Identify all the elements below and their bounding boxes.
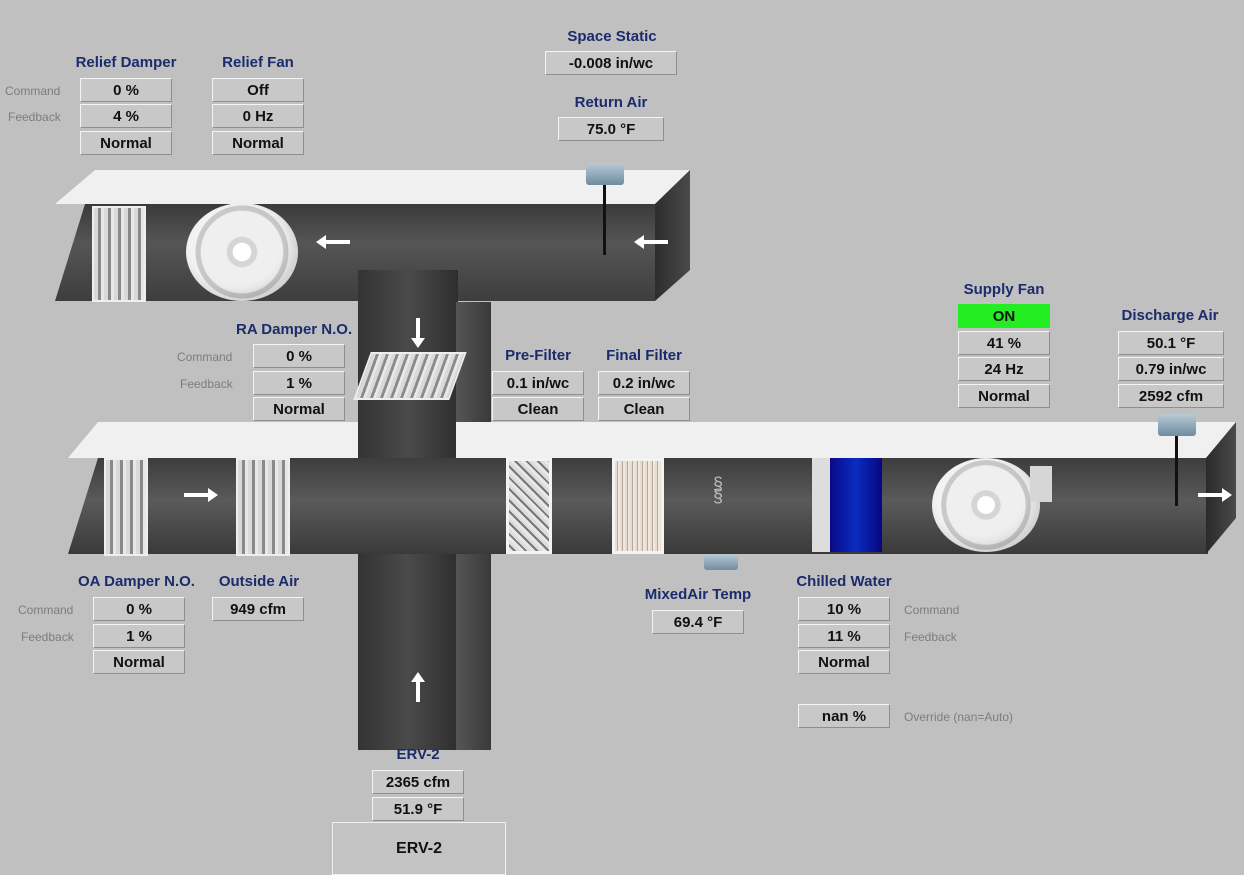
chilled-water-coil-graphic [812, 458, 882, 552]
relief-damper-feedback: 4 % [80, 104, 172, 128]
discharge-air-temp: 50.1 °F [1118, 331, 1224, 355]
erv-button[interactable]: ERV-2 [332, 822, 506, 875]
chilled-water-feedback-label: Feedback [904, 630, 957, 644]
chilled-water-override-label: Override (nan=Auto) [904, 710, 1014, 724]
supply-fan-speed-pct[interactable]: 41 % [958, 331, 1050, 355]
final-filter-status: Clean [598, 397, 690, 421]
relief-fan-feedback: 0 Hz [212, 104, 304, 128]
supply-fan-motor [1030, 466, 1052, 502]
ra-damper-command[interactable]: 0 % [253, 344, 345, 368]
oa-damper-feedback: 1 % [93, 624, 185, 648]
erv-airflow-arrow [411, 672, 425, 702]
oa-damper-feedback-label: Feedback [21, 630, 74, 644]
supply-fan-title: Supply Fan [963, 281, 1045, 298]
discharge-air-sensor-rod [1175, 436, 1178, 506]
relief-damper-status: Normal [80, 131, 172, 155]
return-air-title: Return Air [574, 94, 648, 111]
pre-filter-title: Pre-Filter [505, 347, 571, 364]
discharge-air-sensor-icon [1158, 414, 1196, 436]
return-airflow-arrow [634, 235, 668, 249]
relief-damper-graphic [92, 206, 146, 302]
final-filter-title: Final Filter [606, 347, 682, 364]
relief-fan-command[interactable]: Off [212, 78, 304, 102]
relief-fan-status: Normal [212, 131, 304, 155]
supply-airflow-arrow [1198, 488, 1232, 502]
mixed-air-temp: 69.4 °F [652, 610, 744, 634]
supply-fan-speed-hz: 24 Hz [958, 357, 1050, 381]
ra-damper-status: Normal [253, 397, 345, 421]
chilled-water-title: Chilled Water [796, 573, 892, 590]
ra-damper-feedback-label: Feedback [180, 377, 233, 391]
supply-fan-graphic [932, 458, 1040, 552]
oa-damper-status: Normal [93, 650, 185, 674]
pre-filter-graphic [506, 458, 552, 554]
erv-temp: 51.9 °F [372, 797, 464, 821]
outside-air-flow: 949 cfm [212, 597, 304, 621]
relief-damper-command-label: Command [5, 84, 61, 98]
oa-damper-command-label: Command [18, 603, 74, 617]
oa-damper-title: OA Damper N.O. [78, 573, 195, 590]
chilled-water-feedback: 11 % [798, 624, 890, 648]
ra-damper-feedback: 1 % [253, 371, 345, 395]
outside-air-title: Outside Air [218, 573, 300, 590]
oa-damper-command[interactable]: 0 % [93, 597, 185, 621]
space-static-title: Space Static [567, 28, 657, 45]
discharge-air-static: 0.79 in/wc [1118, 357, 1224, 381]
ra-damper-graphic [353, 352, 467, 400]
mixed-air-sensor-icon [704, 554, 738, 570]
discharge-air-flow: 2592 cfm [1118, 384, 1224, 408]
relief-damper-command[interactable]: 0 % [80, 78, 172, 102]
return-air-sensor-icon [586, 163, 624, 185]
erv-button-label: ERV-2 [396, 840, 442, 857]
final-filter-value: 0.2 in/wc [598, 371, 690, 395]
mixed-air-title: MixedAir Temp [644, 586, 752, 603]
erv-title: ERV-2 [396, 746, 440, 763]
supply-duct-top-right [456, 422, 1236, 458]
relief-damper-title: Relief Damper [75, 54, 177, 71]
discharge-air-title: Discharge Air [1121, 307, 1219, 324]
relief-fan-title: Relief Fan [222, 54, 294, 71]
chilled-water-override[interactable]: nan % [798, 704, 890, 728]
oa-damper-graphic [104, 458, 148, 556]
ra-airflow-arrow [411, 318, 425, 348]
chilled-water-command-label: Command [904, 603, 960, 617]
supply-fan-status: Normal [958, 384, 1050, 408]
chilled-water-status: Normal [798, 650, 890, 674]
relief-fan-graphic [186, 203, 298, 301]
supply-duct-top [68, 422, 358, 458]
final-filter-graphic [612, 458, 664, 554]
relief-airflow-arrow [316, 235, 350, 249]
chilled-water-command[interactable]: 10 % [798, 597, 890, 621]
mixed-air-sensor-squiggle-icon: § § [713, 474, 724, 506]
oa-airflow-arrow [184, 488, 218, 502]
pre-filter-status: Clean [492, 397, 584, 421]
pre-filter-value: 0.1 in/wc [492, 371, 584, 395]
oa-damper-graphic-2 [236, 458, 290, 556]
ra-damper-command-label: Command [177, 350, 233, 364]
ra-damper-title: RA Damper N.O. [236, 321, 353, 338]
erv-flow: 2365 cfm [372, 770, 464, 794]
return-air-sensor-rod [603, 185, 606, 255]
space-static-value: -0.008 in/wc [545, 51, 677, 75]
return-air-temp: 75.0 °F [558, 117, 664, 141]
supply-fan-state[interactable]: ON [958, 304, 1050, 328]
relief-damper-feedback-label: Feedback [8, 110, 61, 124]
